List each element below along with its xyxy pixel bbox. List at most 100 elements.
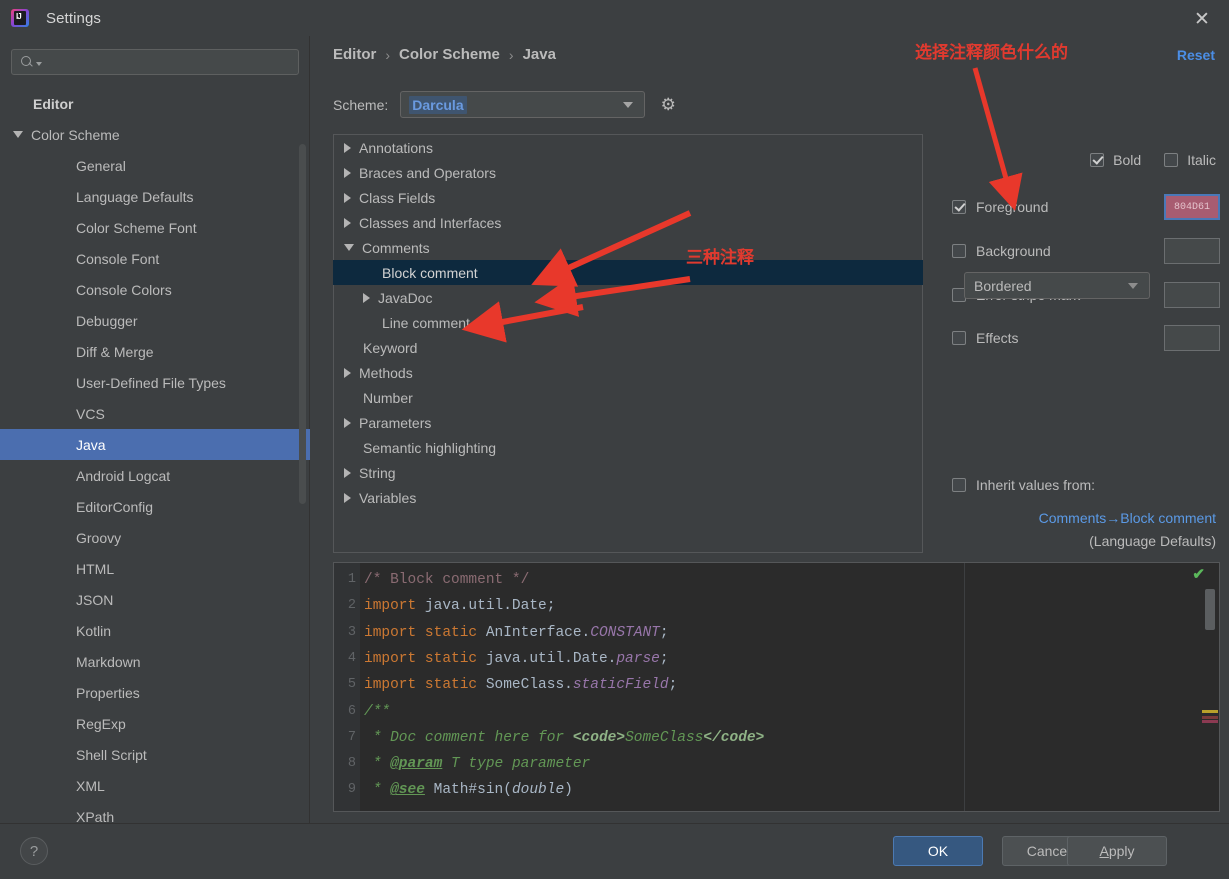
sidebar-item-properties[interactable]: Properties: [0, 677, 310, 708]
chevron-right-icon[interactable]: [344, 417, 351, 428]
color-tree-item-comments[interactable]: Comments: [334, 235, 922, 260]
color-tree-item-javadoc[interactable]: JavaDoc: [334, 285, 922, 310]
sidebar-item-kotlin[interactable]: Kotlin: [0, 615, 310, 646]
sidebar-item-label: Color Scheme: [31, 126, 120, 143]
sidebar-item-color-scheme[interactable]: Color Scheme: [0, 119, 310, 150]
chevron-right-icon[interactable]: [344, 142, 351, 153]
sidebar-tree: Editor Color Scheme General Language Defaul…: [0, 88, 310, 823]
chevron-right-icon[interactable]: [344, 492, 351, 503]
sidebar-item-xml[interactable]: XML: [0, 770, 310, 801]
color-tree-item-annotations[interactable]: Annotations: [334, 135, 922, 160]
chevron-right-icon[interactable]: [344, 192, 351, 203]
color-tree-item-number[interactable]: Number: [334, 385, 922, 410]
color-tree-item-semantic-highlighting[interactable]: Semantic highlighting: [334, 435, 922, 460]
color-tree-item-classes-and-interfaces[interactable]: Classes and Interfaces: [334, 210, 922, 235]
chevron-right-icon[interactable]: [344, 217, 351, 228]
close-icon[interactable]: ✕: [1189, 6, 1215, 32]
breadcrumb-item[interactable]: Color Scheme: [399, 46, 500, 63]
apply-rest: pply: [1108, 843, 1135, 859]
error-stripe-mark[interactable]: [1202, 716, 1218, 719]
sidebar-scrollbar[interactable]: [299, 144, 306, 504]
chevron-right-icon[interactable]: [363, 292, 370, 303]
background-color-swatch[interactable]: [1164, 238, 1220, 264]
sidebar-item-label: EditorConfig: [76, 498, 154, 515]
chevron-down-icon[interactable]: [13, 131, 23, 138]
color-tree-item-class-fields[interactable]: Class Fields: [334, 185, 922, 210]
foreground-checkbox[interactable]: [952, 200, 966, 214]
sidebar-item-xpath[interactable]: XPath: [0, 801, 310, 824]
sidebar-item-label: XPath: [76, 808, 115, 824]
effects-color-swatch[interactable]: [1164, 325, 1220, 351]
chevron-down-icon[interactable]: [344, 244, 354, 251]
sidebar-item-html[interactable]: HTML: [0, 553, 310, 584]
sidebar-item-console-font[interactable]: Console Font: [0, 243, 310, 274]
sidebar-item-label: User-Defined File Types: [76, 374, 226, 391]
inherit-source-link[interactable]: Comments→Block comment: [940, 510, 1216, 526]
sidebar-item-groovy[interactable]: Groovy: [0, 522, 310, 553]
attributes-panel: Bold Italic Foreground 804D61 Background…: [940, 134, 1220, 553]
color-tree-item-block-comment[interactable]: Block comment: [333, 260, 923, 285]
sidebar-item-debugger[interactable]: Debugger: [0, 305, 310, 336]
sidebar-item-language-defaults[interactable]: Language Defaults: [0, 181, 310, 212]
code-token: *: [364, 782, 391, 799]
effect-type-value: Bordered: [974, 277, 1032, 294]
breadcrumb-item[interactable]: Java: [523, 46, 556, 63]
scheme-dropdown[interactable]: Darcula: [400, 91, 646, 118]
apply-button[interactable]: Apply: [1067, 836, 1167, 866]
gear-icon[interactable]: ⚙: [657, 94, 679, 116]
sidebar-item-user-defined-file-types[interactable]: User-Defined File Types: [0, 367, 310, 398]
sidebar-item-json[interactable]: JSON: [0, 584, 310, 615]
italic-checkbox[interactable]: [1164, 153, 1179, 167]
chevron-right-icon[interactable]: [344, 467, 351, 478]
help-icon[interactable]: ?: [20, 837, 48, 865]
search-box[interactable]: [11, 49, 299, 75]
code-token: SomeClass.: [477, 677, 573, 694]
color-tree-item-parameters[interactable]: Parameters: [334, 410, 922, 435]
sidebar-item-android-logcat[interactable]: Android Logcat: [0, 460, 310, 491]
effects-checkbox[interactable]: [952, 331, 966, 345]
chevron-right-icon[interactable]: [344, 367, 351, 378]
reset-link[interactable]: Reset: [1177, 47, 1215, 63]
inherit-source-sub: (Language Defaults): [1089, 533, 1216, 549]
error-stripe-mark[interactable]: [1202, 720, 1218, 723]
color-tree-item-variables[interactable]: Variables: [334, 485, 922, 510]
sidebar-item-general[interactable]: General: [0, 150, 310, 181]
color-tree-item-string[interactable]: String: [334, 460, 922, 485]
color-tree-item-braces-and-operators[interactable]: Braces and Operators: [334, 160, 922, 185]
sidebar-item-diff-merge[interactable]: Diff & Merge: [0, 336, 310, 367]
color-tree-item-line-comment[interactable]: Line comment: [334, 310, 922, 335]
code-token: * Doc comment here for: [364, 729, 573, 746]
bold-checkbox[interactable]: [1090, 153, 1105, 167]
sidebar-item-color-scheme-font[interactable]: Color Scheme Font: [0, 212, 310, 243]
inherit-checkbox[interactable]: [952, 478, 966, 492]
sidebar-item-label: Debugger: [76, 312, 138, 329]
sidebar-item-markdown[interactable]: Markdown: [0, 646, 310, 677]
code-token: parse: [616, 650, 660, 667]
settings-sidebar: Editor Color Scheme General Language Defaul…: [0, 36, 310, 823]
sidebar-item-shell-script[interactable]: Shell Script: [0, 739, 310, 770]
sidebar-item-vcs[interactable]: VCS: [0, 398, 310, 429]
foreground-color-swatch[interactable]: 804D61: [1164, 194, 1220, 220]
preview-scrollbar-thumb[interactable]: [1205, 589, 1215, 630]
code-preview[interactable]: 1 /* Block comment */ 2 import java.util.Da…: [333, 562, 1220, 812]
effect-type-dropdown[interactable]: Bordered: [964, 272, 1150, 299]
code-token: @see: [390, 782, 425, 799]
sidebar-item-regexp[interactable]: RegExp: [0, 708, 310, 739]
sidebar-item-editorconfig[interactable]: EditorConfig: [0, 491, 310, 522]
ok-button[interactable]: OK: [893, 836, 983, 866]
chevron-right-icon[interactable]: [344, 167, 351, 178]
background-checkbox[interactable]: [952, 244, 966, 258]
breadcrumb-item[interactable]: Editor: [333, 46, 376, 63]
error-stripe-color-swatch[interactable]: [1164, 282, 1220, 308]
color-tree-item-keyword[interactable]: Keyword: [334, 335, 922, 360]
sidebar-item-java[interactable]: Java: [0, 429, 310, 460]
color-tree-item-methods[interactable]: Methods: [334, 360, 922, 385]
sidebar-item-editor[interactable]: Editor: [0, 88, 310, 119]
scheme-label: Scheme:: [333, 96, 389, 113]
error-stripe-mark[interactable]: [1202, 710, 1218, 713]
inherit-label: Inherit values from:: [976, 477, 1096, 493]
bold-label: Bold: [1113, 152, 1142, 168]
search-input[interactable]: [42, 54, 298, 70]
line-number: 5: [347, 677, 356, 693]
sidebar-item-console-colors[interactable]: Console Colors: [0, 274, 310, 305]
